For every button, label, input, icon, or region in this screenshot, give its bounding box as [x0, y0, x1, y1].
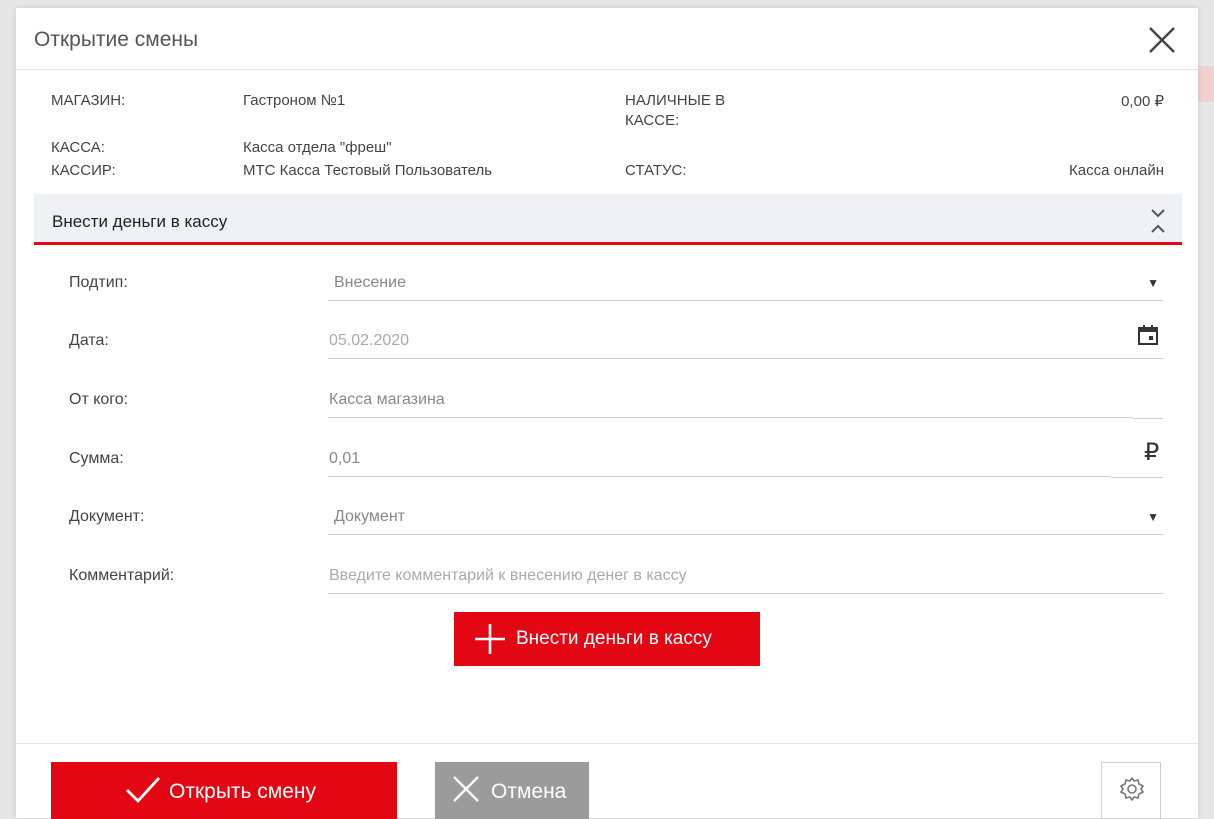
cancel-icon: [453, 776, 479, 802]
dropdown-arrow-icon: ▼: [1147, 510, 1159, 524]
register-value: Касса отдела "фреш": [243, 139, 392, 156]
comment-label: Комментарий:: [69, 567, 175, 584]
from-field-underline-ext: [1133, 418, 1163, 419]
close-icon: [1149, 27, 1175, 53]
date-field[interactable]: 05.02.2020: [328, 324, 1163, 359]
amount-value: 0,01: [329, 450, 361, 467]
comment-field[interactable]: Введите комментарий к внесению денег в к…: [328, 561, 1163, 594]
register-label: КАССА:: [51, 139, 105, 156]
add-money-button-label: Внести деньги в кассу: [516, 628, 712, 649]
comment-placeholder: Введите комментарий к внесению денег в к…: [329, 567, 687, 584]
cashier-value: МТС Касса Тестовый Пользователь: [243, 162, 493, 179]
close-button[interactable]: [1148, 26, 1176, 54]
from-field[interactable]: Касса магазина: [328, 385, 1133, 418]
section-title: Внести деньги в кассу: [52, 212, 228, 231]
cancel-button[interactable]: Отмена: [435, 762, 589, 819]
open-shift-button-label: Открыть смену: [169, 780, 317, 803]
subtype-label: Подтип:: [69, 274, 128, 291]
cash-value: 0,00 ₽: [1121, 93, 1164, 110]
store-value: Гастроном №1: [243, 92, 346, 109]
from-value: Касса магазина: [329, 391, 445, 408]
document-label: Документ:: [69, 508, 145, 525]
document-select[interactable]: Документ ▼: [328, 502, 1163, 535]
open-shift-dialog: Открытие смены МАГАЗИН: Гастроном №1 НАЛ…: [16, 8, 1198, 819]
calendar-icon[interactable]: [1137, 324, 1159, 346]
open-shift-button[interactable]: Открыть смену: [51, 762, 397, 819]
settings-icon: [1120, 777, 1144, 801]
amount-suffix-underline: [1111, 477, 1163, 478]
plus-icon: [475, 624, 505, 654]
dialog-header: Открытие смены: [16, 8, 1198, 70]
check-icon: [126, 777, 161, 804]
dropdown-arrow-icon: ▼: [1147, 276, 1159, 290]
amount-label: Сумма:: [69, 450, 124, 467]
backdrop: [1196, 66, 1214, 102]
status-value: Касса онлайн: [1069, 162, 1164, 179]
subtype-value: Внесение: [334, 274, 406, 291]
cash-label-line2: КАССЕ:: [625, 112, 680, 129]
date-value: 05.02.2020: [329, 332, 410, 349]
cash-label: НАЛИЧНЫЕ В КАССЕ:: [625, 92, 725, 129]
dialog-title: Открытие смены: [34, 28, 199, 51]
cash-in-section-header[interactable]: Внести деньги в кассу: [34, 194, 1182, 245]
store-label: МАГАЗИН:: [51, 92, 126, 109]
cash-label-line1: НАЛИЧНЫЕ В: [625, 92, 726, 109]
amount-field[interactable]: 0,01: [328, 444, 1111, 477]
date-label: Дата:: [69, 332, 109, 349]
cashier-label: КАССИР:: [51, 162, 116, 179]
collapse-icon: [1151, 209, 1165, 233]
status-label: СТАТУС:: [625, 162, 687, 179]
document-value: Документ: [334, 508, 405, 525]
subtype-select[interactable]: Внесение ▼: [328, 268, 1163, 301]
ruble-icon: ₽: [1144, 439, 1160, 466]
from-label: От кого:: [69, 391, 129, 408]
cancel-button-label: Отмена: [491, 780, 567, 803]
settings-button[interactable]: [1101, 762, 1161, 819]
add-money-button[interactable]: Внести деньги в кассу: [454, 612, 760, 666]
dialog-footer: Открыть смену Отмена: [16, 743, 1198, 819]
